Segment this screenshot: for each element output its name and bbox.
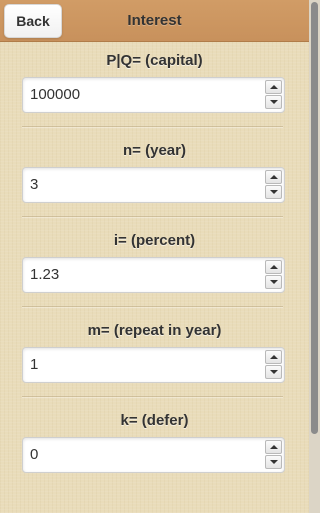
arrow-down-icon xyxy=(270,460,278,464)
defer-field: k= (defer) 0 xyxy=(0,381,309,473)
arrow-down-icon xyxy=(270,370,278,374)
arrow-up-icon xyxy=(270,175,278,179)
capital-field: P|Q= (capital) 100000 xyxy=(0,21,309,128)
form-content: P|Q= (capital) 100000 n= (year) 3 i= (pe… xyxy=(0,42,309,492)
capital-increment-button[interactable] xyxy=(265,80,282,94)
defer-decrement-button[interactable] xyxy=(265,455,282,469)
arrow-down-icon xyxy=(270,100,278,104)
year-label: n= (year) xyxy=(123,142,186,159)
arrow-up-icon xyxy=(270,265,278,269)
defer-spinner xyxy=(265,440,282,470)
capital-input[interactable]: 100000 xyxy=(22,77,285,113)
year-spinner xyxy=(265,170,282,200)
capital-decrement-button[interactable] xyxy=(265,95,282,109)
repeat-value: 1 xyxy=(30,356,39,373)
repeat-label: m= (repeat in year) xyxy=(87,322,222,339)
year-decrement-button[interactable] xyxy=(265,185,282,199)
repeat-input[interactable]: 1 xyxy=(22,347,285,383)
repeat-increment-button[interactable] xyxy=(265,350,282,364)
repeat-decrement-button[interactable] xyxy=(265,365,282,379)
capital-label: P|Q= (capital) xyxy=(106,52,203,69)
arrow-down-icon xyxy=(270,190,278,194)
percent-field: i= (percent) 1.23 xyxy=(0,201,309,308)
defer-label: k= (defer) xyxy=(120,412,189,429)
scrollbar[interactable] xyxy=(309,0,320,513)
arrow-down-icon xyxy=(270,280,278,284)
percent-input[interactable]: 1.23 xyxy=(22,257,285,293)
year-field: n= (year) 3 xyxy=(0,111,309,218)
arrow-up-icon xyxy=(270,85,278,89)
repeat-spinner xyxy=(265,350,282,380)
percent-label: i= (percent) xyxy=(113,232,196,249)
repeat-field: m= (repeat in year) 1 xyxy=(0,291,309,398)
arrow-up-icon xyxy=(270,355,278,359)
defer-value: 0 xyxy=(30,446,39,463)
year-increment-button[interactable] xyxy=(265,170,282,184)
defer-increment-button[interactable] xyxy=(265,440,282,454)
percent-increment-button[interactable] xyxy=(265,260,282,274)
percent-decrement-button[interactable] xyxy=(265,275,282,289)
arrow-up-icon xyxy=(270,445,278,449)
capital-spinner xyxy=(265,80,282,110)
defer-input[interactable]: 0 xyxy=(22,437,285,473)
year-input[interactable]: 3 xyxy=(22,167,285,203)
capital-value: 100000 xyxy=(30,86,81,103)
percent-spinner xyxy=(265,260,282,290)
scrollbar-thumb[interactable] xyxy=(311,2,318,434)
percent-value: 1.23 xyxy=(30,266,60,283)
year-value: 3 xyxy=(30,176,39,193)
